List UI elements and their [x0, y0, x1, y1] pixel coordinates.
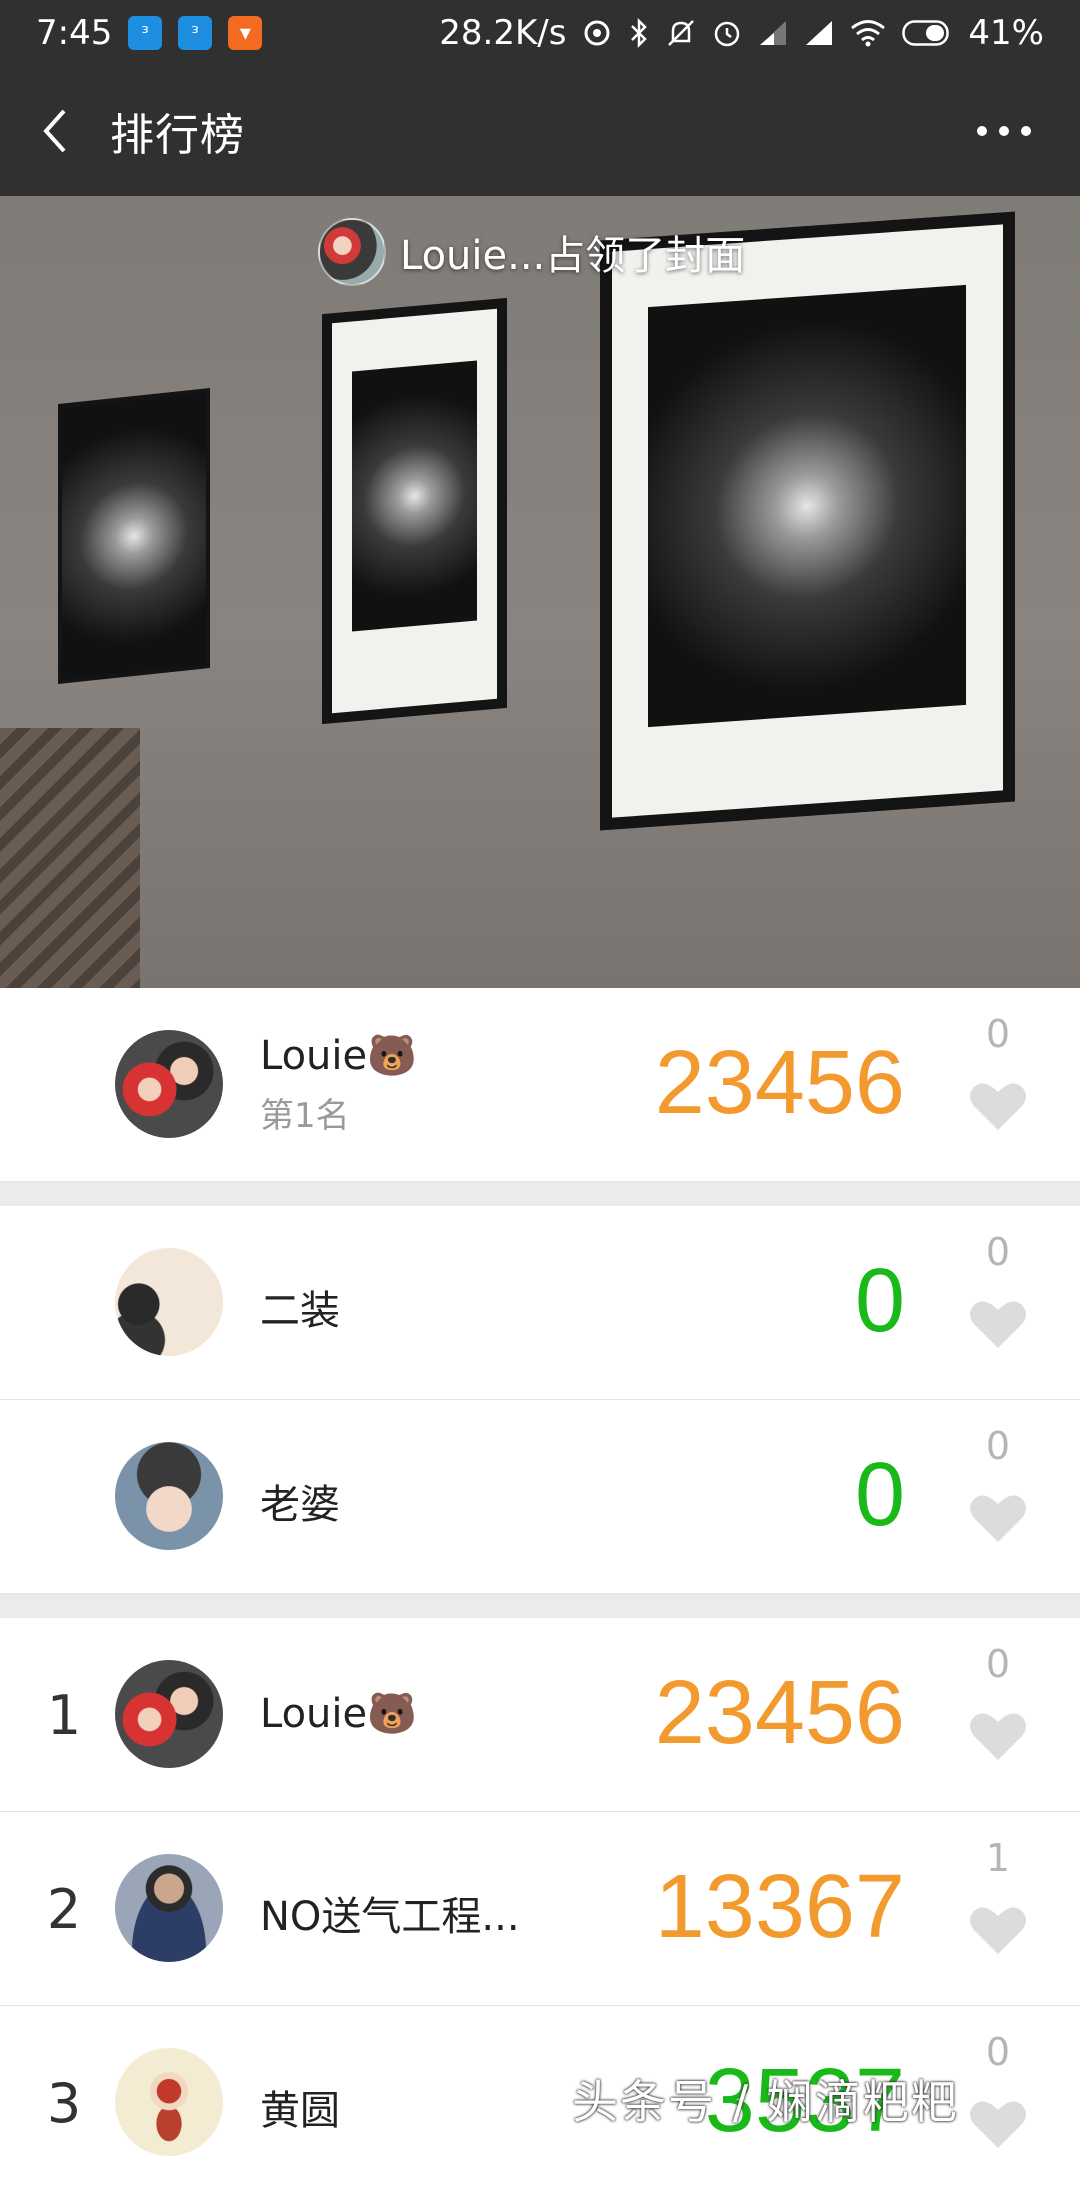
heart-icon[interactable] [968, 1902, 1028, 1958]
section-separator [0, 1182, 1080, 1206]
like-count: 0 [985, 1230, 1011, 1274]
mute-bell-icon [668, 20, 695, 46]
status-left: 7:45 ᵌ ᵌ ▾ [36, 13, 263, 53]
user-name: NO送气工程... [260, 1894, 520, 1940]
like-count: 0 [985, 1012, 1011, 1056]
step-count: 13367 [654, 1857, 905, 1957]
cover-frame-right [600, 211, 1015, 831]
user-name: 黄圆 [260, 2088, 340, 2134]
rank-number: 3 [46, 2072, 82, 2135]
step-count: 0 [854, 1251, 905, 1351]
back-button[interactable] [0, 66, 110, 196]
heart-icon[interactable] [968, 1708, 1028, 1764]
avatar[interactable] [115, 1854, 223, 1962]
friend-row[interactable]: 二装 0 0 [0, 1206, 1080, 1400]
cover-frame-left [58, 388, 210, 684]
section-separator [0, 1594, 1080, 1618]
bluetooth-icon [631, 17, 648, 49]
sports-app-icon-2: ᵌ [178, 16, 213, 50]
title-bar: 排行榜 [0, 66, 1080, 196]
like-count: 0 [985, 1642, 1011, 1686]
like-count: 0 [985, 1424, 1011, 1468]
more-dot-icon [977, 126, 987, 136]
page-title: 排行榜 [110, 110, 245, 161]
rank-number: 2 [46, 1878, 82, 1941]
step-count: 23456 [654, 1033, 905, 1133]
cover-owner-badge: Louie...占领了封面 [318, 218, 745, 286]
avatar [318, 218, 386, 286]
avatar[interactable] [115, 1442, 223, 1550]
more-dot-icon [1021, 126, 1031, 136]
watermark: 头条号 / 娴滴粑粑 [572, 2075, 959, 2129]
ranking-row[interactable]: 1 Louie🐻 23456 0 [0, 1618, 1080, 1812]
friend-row[interactable]: 老婆 0 0 [0, 1400, 1080, 1594]
user-name: 二装 [260, 1288, 340, 1334]
avatar[interactable] [115, 1660, 223, 1768]
bear-emoji: 🐻 [367, 1691, 417, 1737]
like-count: 0 [985, 2030, 1011, 2074]
heart-icon[interactable] [968, 1296, 1028, 1352]
rank-subtitle: 第1名 [260, 1096, 350, 1136]
floor-decoration [0, 728, 140, 988]
ranking-row[interactable]: 2 NO送气工程... 13367 1 [0, 1812, 1080, 2006]
battery-level: 41% [968, 13, 1044, 53]
user-name: Louie🐻 [260, 1690, 417, 1737]
wifi-icon [851, 20, 886, 47]
step-count: 0 [854, 1445, 905, 1545]
avatar[interactable] [115, 1248, 223, 1356]
bear-emoji: 🐻 [367, 1033, 417, 1079]
avatar[interactable] [115, 2048, 223, 2156]
user-name-text: Louie [260, 1033, 368, 1079]
status-bar: 7:45 ᵌ ᵌ ▾ 28.2K/s 41% [0, 0, 1080, 66]
rank-number: 1 [46, 1684, 82, 1747]
user-name: Louie🐻 [260, 1032, 417, 1079]
status-right: 28.2K/s 41% [439, 13, 1044, 53]
network-speed: 28.2K/s [439, 13, 567, 53]
alarm-icon [715, 21, 740, 47]
step-count: 23456 [654, 1663, 905, 1763]
battery-icon [902, 20, 950, 46]
user-name: 老婆 [260, 1482, 340, 1528]
more-dot-icon [999, 126, 1009, 136]
hotspot-icon [584, 20, 610, 46]
bear-app-icon: ▾ [228, 16, 263, 50]
heart-icon[interactable] [968, 1078, 1028, 1134]
signal-icon [760, 21, 787, 45]
status-time: 7:45 [36, 13, 113, 53]
cover-image[interactable]: Louie...占领了封面 [0, 196, 1080, 988]
cover-owner-text: Louie...占领了封面 [400, 233, 746, 279]
my-rank-row[interactable]: Louie🐻 第1名 23456 0 [0, 988, 1080, 1182]
like-count: 1 [985, 1836, 1011, 1880]
heart-icon[interactable] [968, 1490, 1028, 1546]
sports-app-icon: ᵌ [128, 16, 163, 50]
cover-frame-middle [322, 297, 507, 725]
heart-icon[interactable] [968, 2096, 1028, 2152]
more-button[interactable] [964, 106, 1044, 156]
user-name-text: Louie [260, 1691, 368, 1737]
avatar[interactable] [115, 1030, 223, 1138]
chevron-left-icon [43, 109, 66, 153]
signal-icon-2 [806, 21, 833, 45]
